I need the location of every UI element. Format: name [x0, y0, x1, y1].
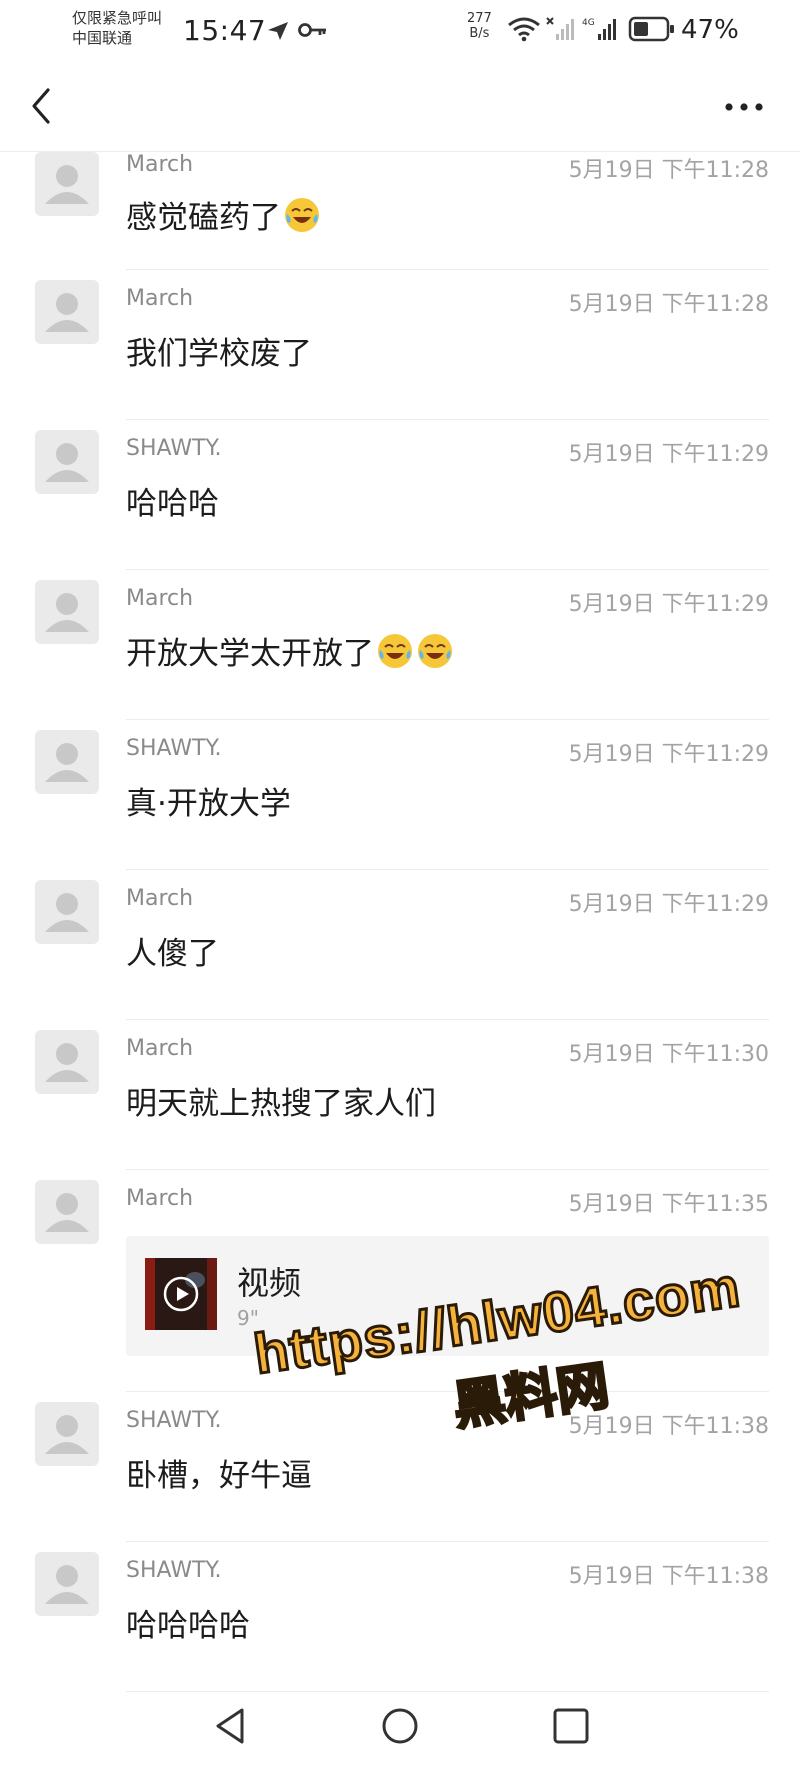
message-text: 真·开放大学: [126, 786, 291, 822]
message-text: 明天就上热搜了家人们: [126, 1086, 436, 1122]
message-time: 5月19日 下午11:28: [568, 158, 769, 183]
message-text: 哈哈哈哈: [126, 1608, 250, 1644]
laugh-cry-emoji-icon: [285, 198, 319, 232]
sender-name: March: [126, 1036, 194, 1061]
avatar[interactable]: [35, 580, 99, 644]
message-time: 5月19日 下午11:38: [568, 1564, 769, 1589]
sender-name: March: [126, 586, 194, 611]
avatar[interactable]: [35, 880, 99, 944]
default-user-icon: [45, 743, 89, 782]
network-type-label: 4G: [582, 18, 595, 28]
avatar[interactable]: [35, 1402, 99, 1466]
message-time: 5月19日 下午11:35: [568, 1192, 769, 1217]
status-time: 15:47: [183, 14, 267, 47]
avatar[interactable]: [35, 1180, 99, 1244]
message-time: 5月19日 下午11:29: [568, 442, 769, 467]
triangle-back-icon[interactable]: [210, 1704, 250, 1748]
video-card[interactable]: 视频 9": [126, 1236, 769, 1356]
message-item[interactable]: SHAWTY. 5月19日 下午11:38 哈哈哈哈: [0, 1542, 800, 1692]
video-duration: 9": [237, 1306, 259, 1330]
wifi-icon: [508, 17, 540, 42]
network-speed-value: 277: [467, 11, 492, 26]
carrier-info: 仅限紧急呼叫 中国联通: [72, 8, 162, 48]
avatar[interactable]: [35, 430, 99, 494]
status-bar: 仅限紧急呼叫 中国联通 15:47 277 B/s 4G 47%: [0, 0, 800, 62]
message-item[interactable]: March 5月19日 下午11:30 明天就上热搜了家人们: [0, 1020, 800, 1170]
carrier-emergency-text: 仅限紧急呼叫: [72, 9, 163, 27]
default-user-icon: [45, 1193, 89, 1232]
message-text: 卧槽，好牛逼: [126, 1458, 312, 1494]
message-time: 5月19日 下午11:38: [568, 1414, 769, 1439]
default-user-icon: [45, 1043, 89, 1082]
default-user-icon: [45, 1415, 89, 1454]
message-time: 5月19日 下午11:28: [568, 292, 769, 317]
chevron-left-icon[interactable]: [24, 84, 64, 128]
system-nav-bar: [0, 1690, 800, 1777]
sender-name: March: [126, 152, 194, 177]
default-user-icon: [45, 443, 89, 482]
video-thumbnail[interactable]: [145, 1258, 217, 1330]
square-recent-icon[interactable]: [551, 1706, 591, 1746]
sender-name: SHAWTY.: [126, 1408, 222, 1433]
message-time: 5月19日 下午11:29: [568, 892, 769, 917]
message-text: 感觉磕药了: [126, 192, 321, 237]
message-item[interactable]: SHAWTY. 5月19日 下午11:29 哈哈哈: [0, 420, 800, 570]
key-icon: [298, 23, 326, 37]
signal-4g-icon: 4G: [582, 18, 616, 40]
sender-name: SHAWTY.: [126, 736, 222, 761]
message-list: March 5月19日 下午11:28 感觉磕药了 March 5月19日 下午…: [0, 150, 800, 1692]
message-text-content: 开放大学太开放了: [126, 636, 374, 672]
avatar[interactable]: [35, 1030, 99, 1094]
sender-name: March: [126, 886, 194, 911]
default-user-icon: [45, 893, 89, 932]
message-item-video[interactable]: March 5月19日 下午11:35 视频 9": [0, 1170, 800, 1392]
default-user-icon: [45, 1565, 89, 1604]
network-speed-unit: B/s: [469, 26, 490, 41]
sender-name: SHAWTY.: [126, 1558, 222, 1583]
play-icon[interactable]: [163, 1276, 199, 1312]
send-arrow-icon: [268, 22, 288, 40]
battery-percent: 47%: [681, 15, 739, 45]
message-item[interactable]: March 5月19日 下午11:29 开放大学太开放了: [0, 570, 800, 720]
message-text: 哈哈哈: [126, 486, 219, 522]
avatar[interactable]: [35, 730, 99, 794]
message-item[interactable]: March 5月19日 下午11:28 感觉磕药了: [0, 150, 800, 270]
video-title: 视频: [237, 1264, 302, 1302]
avatar[interactable]: [35, 152, 99, 216]
default-user-icon: [45, 593, 89, 632]
carrier-name: 中国联通: [72, 29, 133, 47]
signal-no-sim-icon: [546, 17, 574, 40]
laugh-cry-emoji-icon: [418, 634, 452, 668]
laugh-cry-emoji-icon: [378, 634, 412, 668]
avatar[interactable]: [35, 1552, 99, 1616]
message-text: 人傻了: [126, 936, 219, 972]
message-item[interactable]: March 5月19日 下午11:29 人傻了: [0, 870, 800, 1020]
more-horizontal-icon[interactable]: [720, 92, 768, 122]
sender-name: March: [126, 1186, 194, 1211]
message-item[interactable]: SHAWTY. 5月19日 下午11:29 真·开放大学: [0, 720, 800, 870]
message-time: 5月19日 下午11:29: [568, 742, 769, 767]
chat-header: [0, 62, 800, 152]
message-time: 5月19日 下午11:29: [568, 592, 769, 617]
message-item[interactable]: SHAWTY. 5月19日 下午11:38 卧槽，好牛逼: [0, 1392, 800, 1542]
sender-name: March: [126, 286, 194, 311]
avatar[interactable]: [35, 280, 99, 344]
network-speed: 277 B/s: [467, 11, 492, 41]
message-text: 开放大学太开放了: [126, 628, 454, 673]
circle-home-icon[interactable]: [380, 1704, 420, 1748]
battery-icon: [628, 16, 674, 42]
message-text: 我们学校废了: [126, 336, 312, 372]
default-user-icon: [45, 165, 89, 204]
message-item[interactable]: March 5月19日 下午11:28 我们学校废了: [0, 270, 800, 420]
message-text-content: 感觉磕药了: [126, 200, 281, 236]
default-user-icon: [45, 293, 89, 332]
message-time: 5月19日 下午11:30: [568, 1042, 769, 1067]
sender-name: SHAWTY.: [126, 436, 222, 461]
